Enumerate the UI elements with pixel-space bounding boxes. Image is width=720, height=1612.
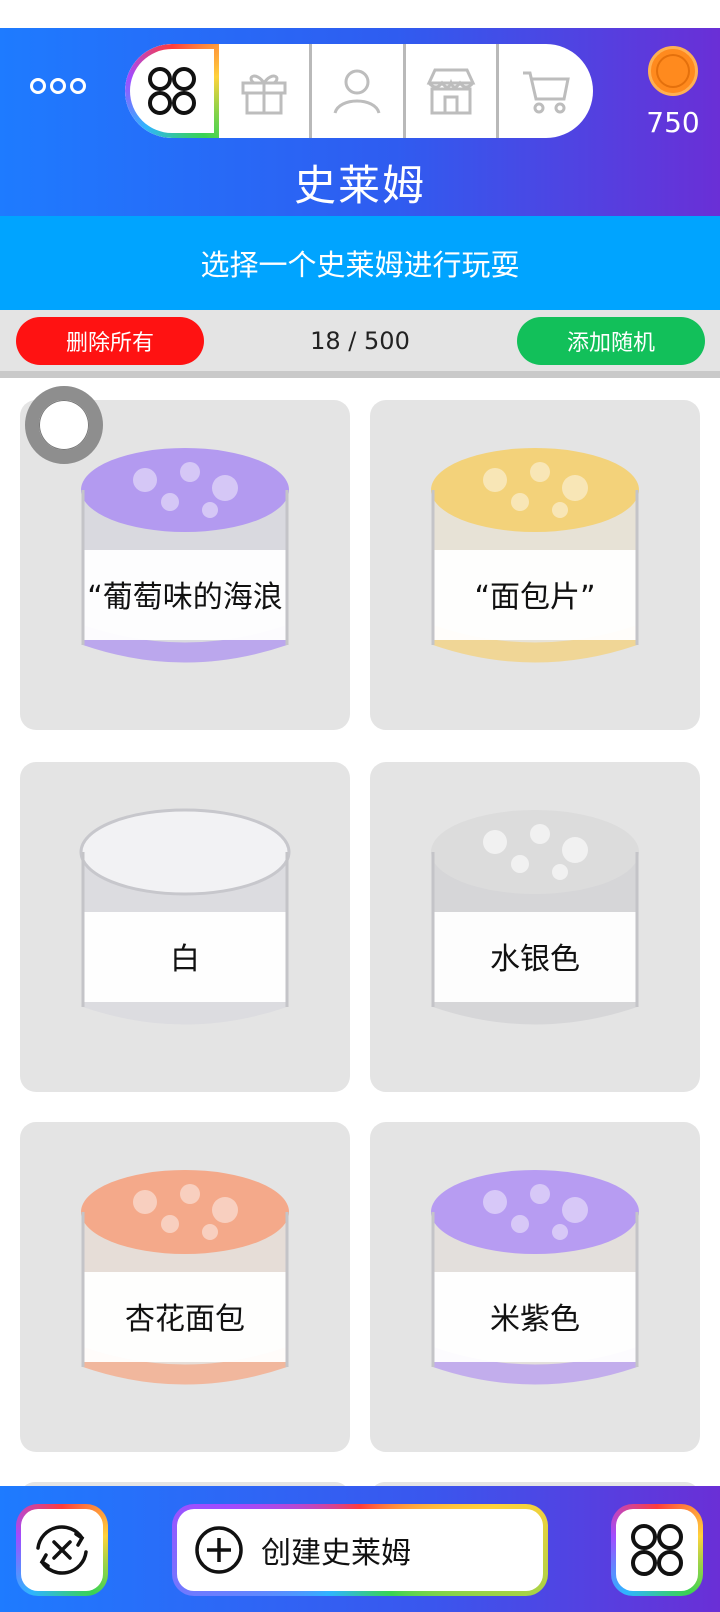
slime-jar-icon [431,448,639,663]
page-title: 史莱姆 [293,161,426,210]
gift-icon [241,74,287,115]
user-icon [334,69,381,114]
slime-card[interactable]: “面包片” [370,400,700,730]
slime-jar-icon [81,1170,289,1385]
slime-jar-icon [79,808,291,1025]
slime-name: “葡萄味的海浪 [87,580,283,615]
bottom-bar: 创建史莱姆 [0,1486,720,1612]
status-bar [0,0,720,28]
slime-card[interactable]: 米紫色 [370,1122,700,1452]
tab-shop[interactable] [406,44,500,138]
create-slime-label: 创建史莱姆 [261,1536,411,1571]
slime-name: “面包片” [474,580,596,615]
swap-button[interactable] [16,1504,108,1596]
toolbar: 删除所有 18 / 500 添加随机 [0,310,720,378]
slime-name: 水银色 [490,942,580,977]
store-icon [426,68,476,115]
tab-collection[interactable] [125,44,219,138]
tab-gift[interactable] [219,44,313,138]
coin-icon [648,46,698,96]
plus-circle-icon [195,1526,243,1574]
slime-jar-icon [431,810,639,1025]
slime-counter: 18 / 500 [310,327,410,355]
delete-all-button[interactable]: 删除所有 [16,317,204,365]
tab-cart[interactable] [499,44,593,138]
subtitle: 选择一个史莱姆进行玩耍 [0,216,720,310]
four-circles-icon [631,1524,683,1576]
create-slime-button[interactable]: 创建史莱姆 [172,1504,548,1596]
nav-tabs [125,44,593,138]
tab-profile[interactable] [312,44,406,138]
slime-name: 米紫色 [490,1302,580,1337]
slime-card[interactable]: 水银色 [370,762,700,1092]
add-random-button[interactable]: 添加随机 [517,317,705,365]
four-circles-icon [147,67,196,115]
swap-arrows-icon [36,1525,88,1575]
slime-card[interactable]: 杏花面包 [20,1122,350,1452]
more-menu-icon[interactable] [30,78,86,94]
loading-spinner-icon [25,386,103,464]
slime-name: 杏花面包 [125,1302,245,1337]
slime-grid: “葡萄味的海浪 “面包片” 白 水银色 杏花面包 米紫色 [0,378,720,1486]
slime-jar-icon [81,448,289,663]
collection-button[interactable] [611,1504,703,1596]
slime-name: 白 [170,942,200,977]
slime-jar-icon [431,1170,639,1385]
header: 750 史莱姆 [0,28,720,216]
cart-icon [523,71,571,114]
slime-card[interactable]: 白 [20,762,350,1092]
coin-count: 750 [646,106,700,139]
